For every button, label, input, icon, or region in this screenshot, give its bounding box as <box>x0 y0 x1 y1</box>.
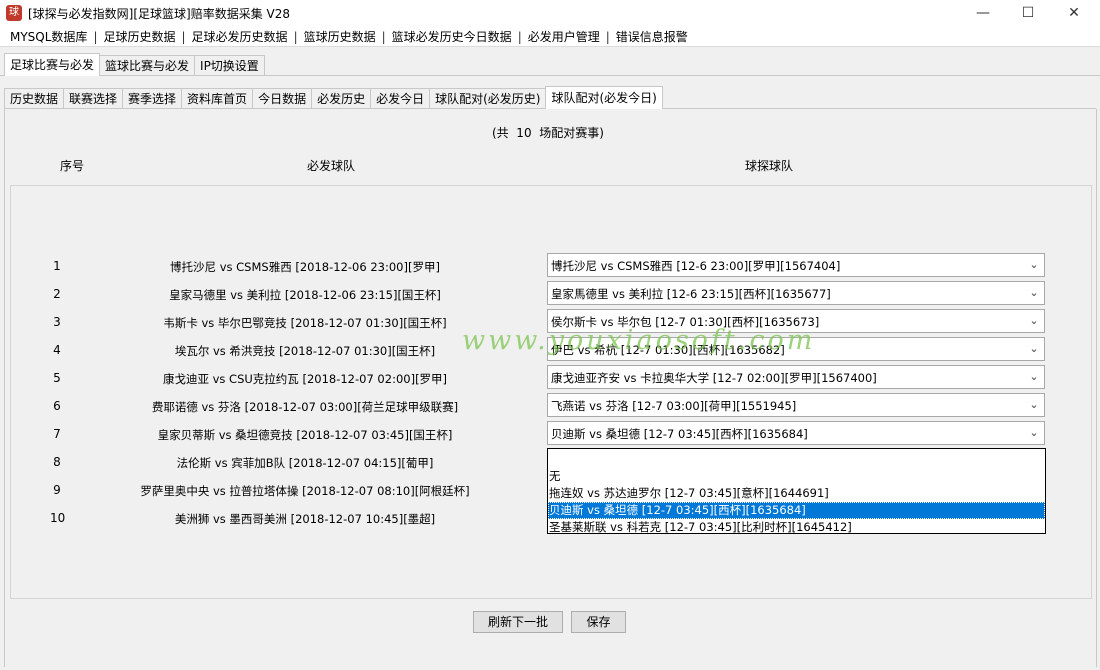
main-tab-strip: 足球比赛与必发 篮球比赛与必发 IP切换设置 <box>4 53 265 76</box>
menu-separator: | <box>381 30 386 44</box>
menu-separator: | <box>181 30 186 44</box>
menu-item[interactable]: 足球必发历史数据 <box>188 28 292 45</box>
dropdown-option[interactable]: 贝迪斯 vs 桑坦德 [12-7 03:45][西杯][1635684] <box>548 502 1045 519</box>
row-index: 10 <box>50 511 66 525</box>
tab-main-2[interactable]: IP切换设置 <box>194 55 265 76</box>
tab-sub-1[interactable]: 联赛选择 <box>63 88 124 109</box>
menu-separator: | <box>93 30 98 44</box>
select-value: 博托沙尼 vs CSMS雅西 [12-6 23:00][罗甲][1567404] <box>551 259 841 273</box>
chevron-down-icon[interactable]: ⌄ <box>1024 254 1044 276</box>
menu-separator: | <box>293 30 298 44</box>
sub-tab-strip: 历史数据 联赛选择 赛季选择 资料库首页 今日数据 必发历史 必发今日 球队配对(必发历史) 球… <box>4 86 663 109</box>
tab-main-0[interactable]: 足球比赛与必发 <box>4 53 101 76</box>
pairing-list-box <box>10 185 1092 599</box>
qiutan-team-select[interactable]: 飞燕诺 vs 芬洛 [12-7 03:00][荷甲][1551945] ⌄ <box>547 393 1045 417</box>
tab-sub-3[interactable]: 资料库首页 <box>181 88 254 109</box>
tab-sub-8[interactable]: 球队配对(必发今日) <box>545 86 663 109</box>
qiutan-team-select[interactable]: 贝迪斯 vs 桑坦德 [12-7 03:45][西杯][1635684] ⌄ <box>547 421 1045 445</box>
row-index: 2 <box>53 287 61 301</box>
select-value: 皇家馬德里 vs 美利拉 [12-6 23:15][西杯][1635677] <box>551 287 831 301</box>
tab-sub-6[interactable]: 必发今日 <box>370 88 431 109</box>
menu-bar: MYSQL数据库 | 足球历史数据 | 足球必发历史数据 | 篮球历史数据 | 篮球必发历史今日… <box>0 26 1100 47</box>
menu-item[interactable]: 足球历史数据 <box>99 28 179 45</box>
tab-main-1[interactable]: 篮球比赛与必发 <box>99 55 196 76</box>
menu-item[interactable]: 必发用户管理 <box>524 28 604 45</box>
row-index: 9 <box>53 483 61 497</box>
select-value: 康戈迪亚齐安 vs 卡拉奥华大学 [12-7 02:00][罗甲][156740… <box>551 371 877 385</box>
qiutan-team-select[interactable]: 博托沙尼 vs CSMS雅西 [12-6 23:00][罗甲][1567404]… <box>547 253 1045 277</box>
row-index: 4 <box>53 343 61 357</box>
match-count-summary: (共 10 场配对赛事) <box>492 126 604 140</box>
header-qiutan-team: 球探球队 <box>745 159 794 173</box>
tab-divider <box>0 75 1100 76</box>
bifa-match-label: 皇家马德里 vs 美利拉 [2018-12-06 23:15][国王杯] <box>169 288 441 302</box>
title-bar: 球 [球探与必发指数网][足球篮球]赔率数据采集 V28 — ✕ ☐ <box>0 0 1100 26</box>
minimize-button[interactable]: — <box>960 0 1006 26</box>
dropdown-option[interactable]: 无 <box>548 468 1045 485</box>
qiutan-team-select[interactable]: 皇家馬德里 vs 美利拉 [12-6 23:15][西杯][1635677] ⌄ <box>547 281 1045 305</box>
bifa-match-label: 韦斯卡 vs 毕尔巴鄂竞技 [2018-12-07 01:30][国王杯] <box>163 316 447 330</box>
bifa-match-label: 费耶诺德 vs 芬洛 [2018-12-07 03:00][荷兰足球甲级联赛] <box>151 400 459 414</box>
refresh-next-batch-button[interactable]: 刷新下一批 <box>473 611 563 633</box>
chevron-down-icon[interactable]: ⌄ <box>1024 366 1044 388</box>
header-index: 序号 <box>60 159 85 173</box>
tab-sub-2[interactable]: 赛季选择 <box>122 88 183 109</box>
bifa-match-label: 罗萨里奥中央 vs 拉普拉塔体操 [2018-12-07 08:10][阿根廷杯… <box>140 484 470 498</box>
dropdown-option[interactable]: 圣基莱斯联 vs 科若克 [12-7 03:45][比利时杯][1645412] <box>548 519 1045 536</box>
chevron-down-icon[interactable]: ⌄ <box>1024 282 1044 304</box>
window-title: [球探与必发指数网][足球篮球]赔率数据采集 V28 <box>28 7 291 21</box>
close-button[interactable]: ✕ <box>1051 0 1097 26</box>
menu-item[interactable]: 篮球必发历史今日数据 <box>388 28 516 45</box>
bifa-match-label: 博托沙尼 vs CSMS雅西 [2018-12-06 23:00][罗甲] <box>170 260 440 274</box>
header-bifa-team: 必发球队 <box>307 159 356 173</box>
row-index: 1 <box>53 259 61 273</box>
tab-sub-0[interactable]: 历史数据 <box>4 88 65 109</box>
bifa-match-label: 法伦斯 vs 宾菲加B队 [2018-12-07 04:15][葡甲] <box>176 456 434 470</box>
row-index: 8 <box>53 455 61 469</box>
chevron-down-icon[interactable]: ⌄ <box>1024 310 1044 332</box>
row-index: 7 <box>53 427 61 441</box>
bifa-match-label: 康戈迪亚 vs CSU克拉约瓦 [2018-12-07 02:00][罗甲] <box>162 372 448 386</box>
tab-sub-7[interactable]: 球队配对(必发历史) <box>429 88 547 109</box>
qiutan-team-select[interactable]: 康戈迪亚齐安 vs 卡拉奥华大学 [12-7 02:00][罗甲][156740… <box>547 365 1045 389</box>
team-dropdown-list[interactable]: 无拖连奴 vs 苏达迪罗尔 [12-7 03:45][意杯][1644691] 贝… <box>547 448 1046 534</box>
chevron-down-icon[interactable]: ⌄ <box>1024 338 1044 360</box>
menu-separator: | <box>605 30 610 44</box>
chevron-down-icon[interactable]: ⌄ <box>1024 422 1044 444</box>
chevron-down-icon[interactable]: ⌄ <box>1024 394 1044 416</box>
menu-item[interactable]: 错误信息报警 <box>612 28 692 45</box>
row-index: 6 <box>53 399 61 413</box>
menu-item[interactable]: 篮球历史数据 <box>300 28 380 45</box>
app-logo-icon: 球 <box>6 5 22 21</box>
dropdown-option[interactable]: 拖连奴 vs 苏达迪罗尔 [12-7 03:45][意杯][1644691] <box>548 485 1045 502</box>
watermark-text: www.youxiaosoft.com <box>462 325 816 356</box>
tab-sub-4[interactable]: 今日数据 <box>252 88 313 109</box>
menu-items: MYSQL数据库 | 足球历史数据 | 足球必发历史数据 | 篮球历史数据 | 篮球必发历史今日… <box>6 28 692 45</box>
menu-item[interactable]: MYSQL数据库 <box>6 28 91 45</box>
maximize-button[interactable]: ☐ <box>1005 0 1051 26</box>
save-button[interactable]: 保存 <box>571 611 626 633</box>
row-index: 5 <box>53 371 61 385</box>
tab-sub-5[interactable]: 必发历史 <box>311 88 372 109</box>
bifa-match-label: 皇家贝蒂斯 vs 桑坦德竞技 [2018-12-07 03:45][国王杯] <box>157 428 453 442</box>
menu-separator: | <box>517 30 522 44</box>
row-index: 3 <box>53 315 61 329</box>
bifa-match-label: 美洲狮 vs 墨西哥美洲 [2018-12-07 10:45][墨超] <box>174 512 436 526</box>
bifa-match-label: 埃瓦尔 vs 希洪竞技 [2018-12-07 01:30][国王杯] <box>174 344 436 358</box>
select-value: 贝迪斯 vs 桑坦德 [12-7 03:45][西杯][1635684] <box>551 427 808 441</box>
select-value: 飞燕诺 vs 芬洛 [12-7 03:00][荷甲][1551945] <box>551 399 797 413</box>
